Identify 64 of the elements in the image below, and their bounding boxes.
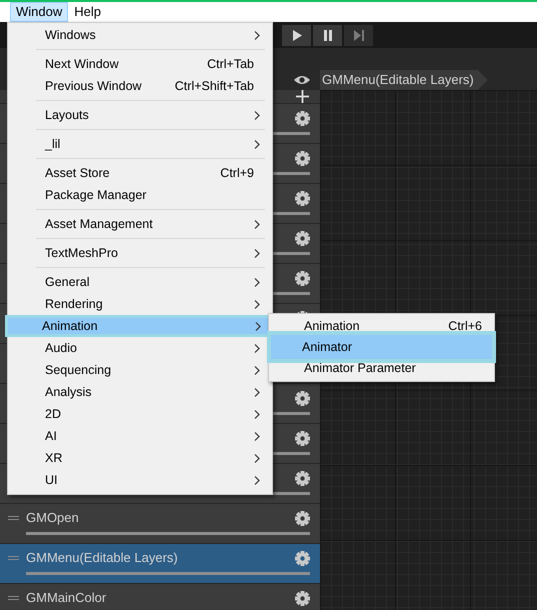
pause-button[interactable] <box>313 24 342 46</box>
chevron-right-icon <box>254 476 260 484</box>
menu-item[interactable]: 2D <box>8 403 272 425</box>
menu-item[interactable]: Layouts <box>8 104 272 126</box>
chevron-right-icon <box>254 248 260 258</box>
gear-icon[interactable] <box>295 270 310 286</box>
menu-item[interactable]: Windows <box>8 24 272 46</box>
menu-item[interactable]: XR <box>8 447 272 469</box>
chevron-right-icon <box>254 300 260 308</box>
chevron-right-icon <box>254 454 260 462</box>
gear-icon[interactable] <box>295 110 310 126</box>
play-icon <box>292 30 302 40</box>
chevron-right-icon <box>254 140 260 148</box>
chevron-right-icon <box>254 110 260 120</box>
layer-name: GMOpen <box>26 509 80 528</box>
menu-item[interactable]: UI <box>8 469 272 491</box>
menu-item[interactable]: _lil <box>8 133 272 155</box>
menu-item[interactable]: Animator <box>267 331 496 363</box>
chevron-right-icon <box>254 278 260 286</box>
menu-item[interactable]: Asset Management <box>8 213 272 235</box>
eye-icon[interactable] <box>294 75 310 85</box>
chevron-right-icon <box>254 366 260 374</box>
chevron-right-icon <box>254 388 260 396</box>
menu-item[interactable]: Package Manager <box>8 184 272 206</box>
layer-row[interactable]: GMMenu(Editable Layers) <box>0 544 320 584</box>
gear-icon[interactable] <box>295 550 310 566</box>
menu-item[interactable]: Previous Window Ctrl+Shift+Tab <box>8 75 272 97</box>
chevron-right-icon <box>254 344 260 352</box>
menu-item[interactable]: General <box>8 271 272 293</box>
plus-icon[interactable] <box>296 90 309 103</box>
gear-icon[interactable] <box>295 190 310 206</box>
weight-slider[interactable] <box>26 532 310 535</box>
layer-row[interactable]: GMOpen <box>0 504 320 544</box>
menu-item[interactable]: Asset Store Ctrl+9 <box>8 162 272 184</box>
chevron-right-icon <box>255 322 261 330</box>
gear-icon[interactable] <box>295 430 310 446</box>
chevron-right-icon <box>254 432 260 440</box>
drag-handle-icon[interactable] <box>8 516 19 520</box>
gear-icon[interactable] <box>295 590 310 606</box>
chevron-right-icon <box>254 220 260 228</box>
gear-icon[interactable] <box>295 150 310 166</box>
play-button[interactable] <box>282 24 311 46</box>
chevron-right-icon <box>254 30 260 40</box>
pause-icon <box>322 30 332 40</box>
layer-name: GMMenu(Editable Layers) <box>26 549 179 568</box>
menu-item[interactable]: Analysis <box>8 381 272 403</box>
weight-slider[interactable] <box>26 572 310 575</box>
menu-item[interactable]: Rendering <box>8 293 272 315</box>
drag-handle-icon[interactable] <box>8 596 19 600</box>
menu-item[interactable]: AI <box>8 425 272 447</box>
breadcrumb-tab[interactable]: GMMenu(Editable Layers) <box>320 70 488 90</box>
layer-name: GMMainColor <box>26 589 108 608</box>
drag-handle-icon[interactable] <box>8 556 19 560</box>
menu-bar-item[interactable]: Help <box>68 2 107 22</box>
layer-row[interactable]: GMMainColor <box>0 584 320 610</box>
gear-icon[interactable] <box>295 510 310 526</box>
step-icon <box>354 30 364 40</box>
gear-icon[interactable] <box>295 390 310 406</box>
gear-icon[interactable] <box>295 230 310 246</box>
menu-bar-item[interactable]: Window <box>10 2 68 22</box>
menu-item[interactable]: TextMeshPro <box>8 242 272 264</box>
chevron-right-icon <box>254 410 260 418</box>
gear-icon[interactable] <box>295 470 310 486</box>
menu-item[interactable]: Next Window Ctrl+Tab <box>8 53 272 75</box>
